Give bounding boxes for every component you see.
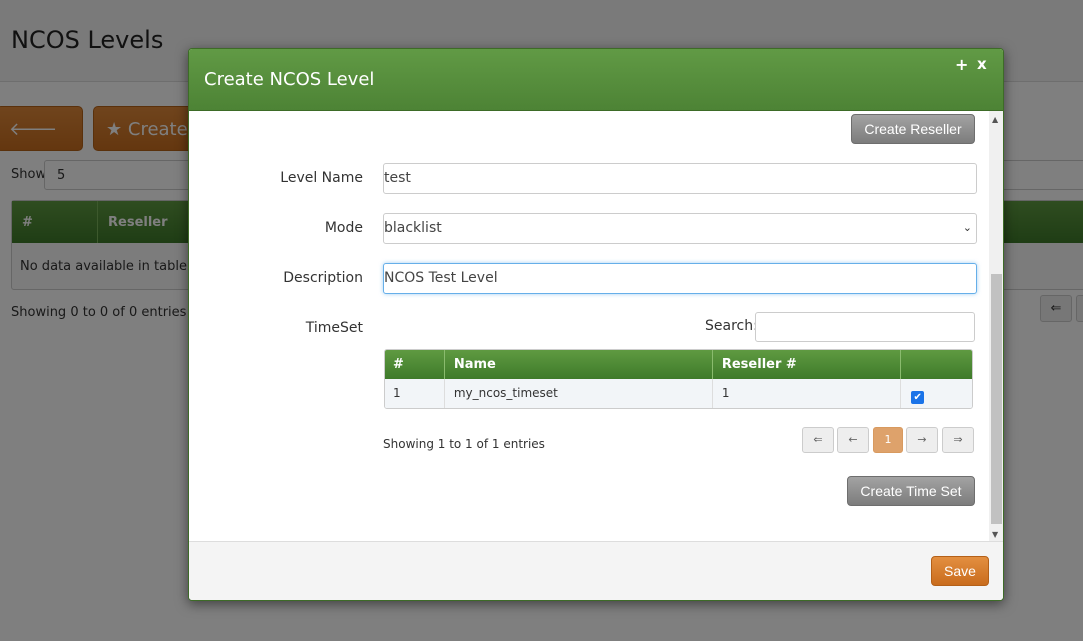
cell-reseller: 1 xyxy=(713,379,901,408)
scroll-up-icon[interactable]: ▲ xyxy=(992,115,998,124)
modal-footer: Save xyxy=(189,541,1003,601)
column-header-reseller[interactable]: Reseller # xyxy=(713,350,901,379)
row-select-checkbox[interactable]: ✔ xyxy=(911,391,924,404)
mode-select[interactable]: blacklist ⌄ xyxy=(383,213,977,244)
create-ncos-level-modal: Create NCOS Level + x Create Reseller Le… xyxy=(188,48,1004,601)
modal-body: Create Reseller Level Name test Mode bla… xyxy=(189,111,989,541)
column-header-id[interactable]: # xyxy=(385,350,445,379)
create-timeset-button[interactable]: Create Time Set xyxy=(847,476,975,506)
create-reseller-button[interactable]: Create Reseller xyxy=(851,114,975,144)
modal-header: Create NCOS Level + x xyxy=(189,49,1003,111)
save-button[interactable]: Save xyxy=(931,556,989,586)
timeset-search-input[interactable] xyxy=(755,312,975,342)
chevron-down-icon: ⌄ xyxy=(963,221,972,234)
next-page-button[interactable]: → xyxy=(906,427,938,453)
level-name-input[interactable]: test xyxy=(383,163,977,194)
modal-scrollbar[interactable]: ▲ ▼ xyxy=(989,111,1003,541)
description-label: Description xyxy=(189,270,363,286)
close-icon[interactable]: x xyxy=(977,55,987,73)
page-1-button[interactable]: 1 xyxy=(873,427,903,453)
cell-select: ✔ xyxy=(901,379,972,408)
timeset-table: # Name Reseller # 1 my_ncos_timeset 1 ✔ xyxy=(384,349,973,409)
prev-page-button[interactable]: ← xyxy=(837,427,869,453)
last-page-button[interactable]: ⇒ xyxy=(942,427,974,453)
scrollbar-thumb[interactable] xyxy=(991,274,1002,524)
first-page-button[interactable]: ⇐ xyxy=(802,427,834,453)
timeset-table-header: # Name Reseller # xyxy=(385,350,972,379)
expand-icon[interactable]: + xyxy=(955,55,968,74)
table-row[interactable]: 1 my_ncos_timeset 1 ✔ xyxy=(385,379,972,408)
column-header-name[interactable]: Name xyxy=(445,350,713,379)
entries-info: Showing 1 to 1 of 1 entries xyxy=(383,437,545,451)
scroll-down-icon[interactable]: ▼ xyxy=(992,530,998,539)
description-input[interactable]: NCOS Test Level xyxy=(383,263,977,294)
timeset-label: TimeSet xyxy=(189,320,363,336)
level-name-label: Level Name xyxy=(189,170,363,186)
search-label: Search: xyxy=(705,318,758,334)
cell-name: my_ncos_timeset xyxy=(445,379,713,408)
modal-title: Create NCOS Level xyxy=(204,69,374,90)
mode-label: Mode xyxy=(189,220,363,236)
column-header-select xyxy=(901,350,972,379)
cell-id: 1 xyxy=(385,379,445,408)
